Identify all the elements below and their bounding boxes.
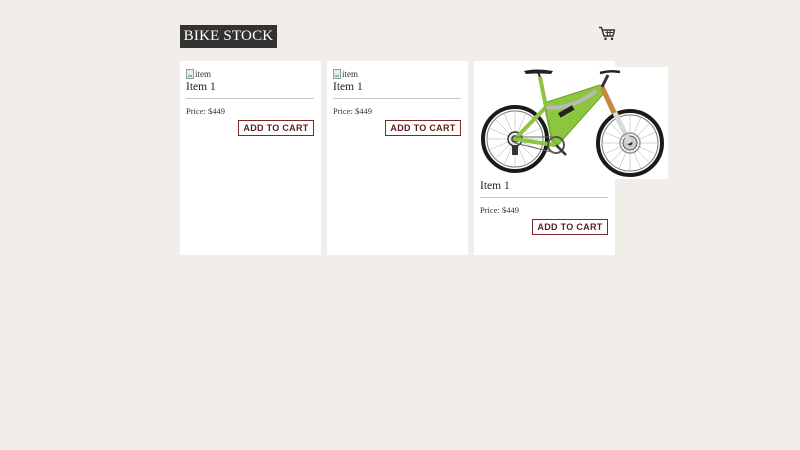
mountain-bike-image bbox=[474, 67, 668, 179]
product-card: item Item 1 Price: $449 ADD TO CART bbox=[180, 61, 321, 255]
add-to-cart-button[interactable]: ADD TO CART bbox=[385, 120, 461, 136]
divider bbox=[480, 197, 608, 198]
broken-image-icon bbox=[333, 69, 341, 79]
product-image-alt: item bbox=[195, 68, 211, 79]
product-image-alt: item bbox=[342, 68, 358, 79]
product-price: Price: $449 bbox=[333, 106, 372, 116]
product-price: Price: $449 bbox=[186, 106, 225, 116]
site-logo[interactable]: BIKE STOCK bbox=[180, 25, 277, 48]
product-card: item Item 1 Price: $449 ADD TO CART bbox=[327, 61, 468, 255]
broken-image-icon bbox=[186, 69, 194, 79]
product-name: Item 1 bbox=[480, 180, 510, 192]
product-image-broken: item bbox=[333, 68, 358, 80]
product-name: Item 1 bbox=[186, 81, 216, 93]
product-price: Price: $449 bbox=[480, 205, 519, 215]
product-image-broken: item bbox=[186, 68, 211, 80]
divider bbox=[186, 98, 314, 99]
product-name: Item 1 bbox=[333, 81, 363, 93]
add-to-cart-button[interactable]: ADD TO CART bbox=[532, 219, 608, 235]
add-to-cart-button[interactable]: ADD TO CART bbox=[238, 120, 314, 136]
shopping-cart-icon[interactable] bbox=[598, 26, 616, 41]
page: BIKE STOCK item Item 1 Price: $449 ADD T… bbox=[0, 0, 800, 450]
divider bbox=[333, 98, 461, 99]
